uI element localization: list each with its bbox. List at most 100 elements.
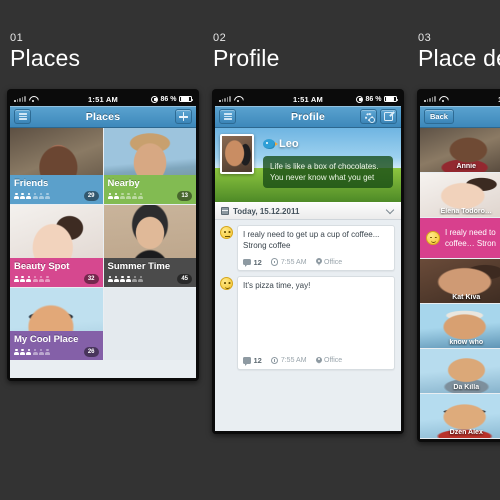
person-cell-dzen-alex[interactable]: Dzen Alex	[420, 394, 500, 438]
back-button[interactable]: Back	[424, 109, 454, 124]
place-name: My Cool Place	[14, 333, 79, 345]
place-tile-nearby[interactable]: Nearby 13	[103, 128, 196, 204]
quote-card[interactable]: I realy need to coffee… Stron	[420, 218, 500, 258]
place-tile-my-cool-place[interactable]: My Cool Place 26	[10, 288, 103, 360]
place-name: Beauty Spot	[14, 260, 70, 272]
column-number: 03	[418, 32, 432, 44]
chevron-down-icon[interactable]	[385, 205, 395, 215]
menu-button[interactable]	[219, 109, 236, 124]
place-tile-empty	[103, 288, 196, 360]
comment-count[interactable]: 12	[243, 258, 262, 267]
person-label: Dzen Alex	[449, 429, 483, 436]
tile-caption: Summer Time 45	[103, 257, 196, 287]
column-heading-places: 01 Places	[10, 32, 80, 72]
screen-profile: 1:51 AM 86 % Profile Leo Life is like a …	[215, 92, 401, 431]
plus-icon	[179, 112, 188, 121]
column-title: Place de	[418, 45, 500, 71]
post-text-line-1: It's pizza time, yay!	[243, 281, 311, 290]
clock-icon	[270, 258, 279, 266]
battery-percent: 86 %	[365, 95, 382, 103]
person-label: Da Killa	[453, 384, 480, 391]
hamburger-icon	[18, 113, 27, 120]
post-place[interactable]: Office	[315, 258, 343, 266]
empty-slot	[103, 288, 196, 360]
column-title: Places	[10, 45, 81, 71]
battery-percent: 86 %	[160, 95, 177, 103]
person-cell-know-who[interactable]: ♦ know who	[420, 304, 500, 348]
post-text-line-1: I realy need to get up a cup of coffee..…	[243, 230, 380, 239]
status-bar: 1:51 AM 86 %	[215, 92, 401, 106]
place-tile-summer-time[interactable]: Summer Time 45	[103, 205, 196, 287]
tile-meta: 32	[14, 273, 99, 284]
profile-hero: Leo Life is like a box of chocolates. Yo…	[215, 128, 401, 202]
person-cell-da-killa[interactable]: Da Killa	[420, 349, 500, 393]
hamburger-icon	[223, 113, 232, 120]
tile-caption: Beauty Spot 32	[10, 257, 103, 287]
profile-quote: Life is like a box of chocolates. You ne…	[263, 156, 393, 188]
profile-feed: Today, 15.12.2011 I realy need to get up…	[215, 202, 401, 373]
tile-meta: 26	[14, 346, 99, 357]
battery-icon	[179, 95, 194, 103]
battery-icon	[384, 95, 399, 103]
feed-post[interactable]: I realy need to get up a cup of coffee..…	[215, 220, 401, 271]
post-time: 7:55 AM	[270, 258, 307, 266]
post-text: It's pizza time, yay!	[238, 277, 394, 295]
phone-profile: 1:51 AM 86 % Profile Leo Life is like a …	[212, 89, 404, 434]
screen-place-details: 1:51 AM 86 % Back N Annie	[420, 92, 500, 439]
menu-button[interactable]	[14, 109, 31, 124]
comment-icon	[243, 357, 251, 366]
place-badge: 45	[177, 273, 192, 284]
navbar-actions	[360, 109, 397, 124]
rotation-lock-icon	[151, 95, 159, 103]
post-time: 7:55 AM	[270, 356, 307, 365]
place-tile-friends[interactable]: Friends 29	[10, 128, 103, 204]
person-cell-kat-kiva[interactable]: Kat Kiva	[420, 259, 500, 303]
comment-icon	[243, 258, 251, 267]
rotation-lock-icon	[356, 95, 364, 103]
post-text: I realy need to get up a cup of coffee..…	[238, 226, 394, 254]
column-title: Profile	[213, 45, 280, 71]
post-bubble: I realy need to get up a cup of coffee..…	[237, 225, 395, 271]
tile-caption: Friends 29	[10, 174, 103, 204]
place-name: Summer Time	[107, 260, 171, 272]
post-photo	[238, 295, 394, 353]
twitter-bird-icon	[263, 139, 278, 149]
compose-button[interactable]	[380, 109, 397, 124]
post-time-value: 7:55 AM	[280, 357, 307, 364]
tile-meta: 45	[107, 273, 192, 284]
comment-count[interactable]: 12	[243, 356, 262, 366]
profile-name: Leo	[279, 138, 299, 150]
post-place-value: Office	[324, 258, 343, 266]
tile-meta: 29	[14, 190, 99, 201]
navbar-profile: Profile	[215, 106, 401, 128]
post-image[interactable]	[238, 295, 394, 353]
status-time: 1:51 AM	[420, 95, 500, 104]
feed-post[interactable]: It's pizza time, yay! 12 7:55 AM Office	[215, 271, 401, 370]
person-label: Elena Todoro…	[440, 208, 492, 215]
place-badge: 13	[177, 190, 192, 201]
post-meta: 12 7:55 AM Office	[238, 353, 394, 369]
post-bubble: It's pizza time, yay! 12 7:55 AM Office	[237, 276, 395, 370]
status-bar: 1:51 AM 86 %	[10, 92, 196, 106]
column-number: 02	[213, 32, 227, 44]
status-right: 86 %	[151, 95, 194, 103]
place-tile-beauty-spot[interactable]: Beauty Spot 32	[10, 205, 103, 287]
feed-daybar[interactable]: Today, 15.12.2011	[215, 202, 401, 220]
location-pin-icon	[315, 258, 322, 266]
settings-button[interactable]	[360, 109, 377, 124]
avatar[interactable]	[220, 134, 254, 174]
post-time-value: 7:55 AM	[280, 258, 307, 266]
quote-line-1: I realy need to	[445, 228, 496, 237]
screenshot-stage: 01 Places 1:51 AM 86 % Places Friends 29…	[0, 0, 500, 500]
people-icons	[107, 275, 144, 282]
add-place-button[interactable]	[175, 109, 192, 124]
screen-places: 1:51 AM 86 % Places Friends 29 Nearby 13…	[10, 92, 196, 378]
tile-caption: My Cool Place 26	[10, 330, 103, 360]
places-grid: Friends 29 Nearby 13 Beauty Spot 32 Summ…	[10, 128, 196, 360]
person-cell-elena[interactable]: Elena Todoro…	[420, 173, 500, 217]
post-place[interactable]: Office	[315, 356, 342, 365]
status-right: 86 %	[356, 95, 399, 103]
neutral-face-icon	[220, 226, 233, 239]
avatar-photo	[222, 136, 252, 172]
person-cell-annie[interactable]: Annie	[420, 128, 500, 172]
